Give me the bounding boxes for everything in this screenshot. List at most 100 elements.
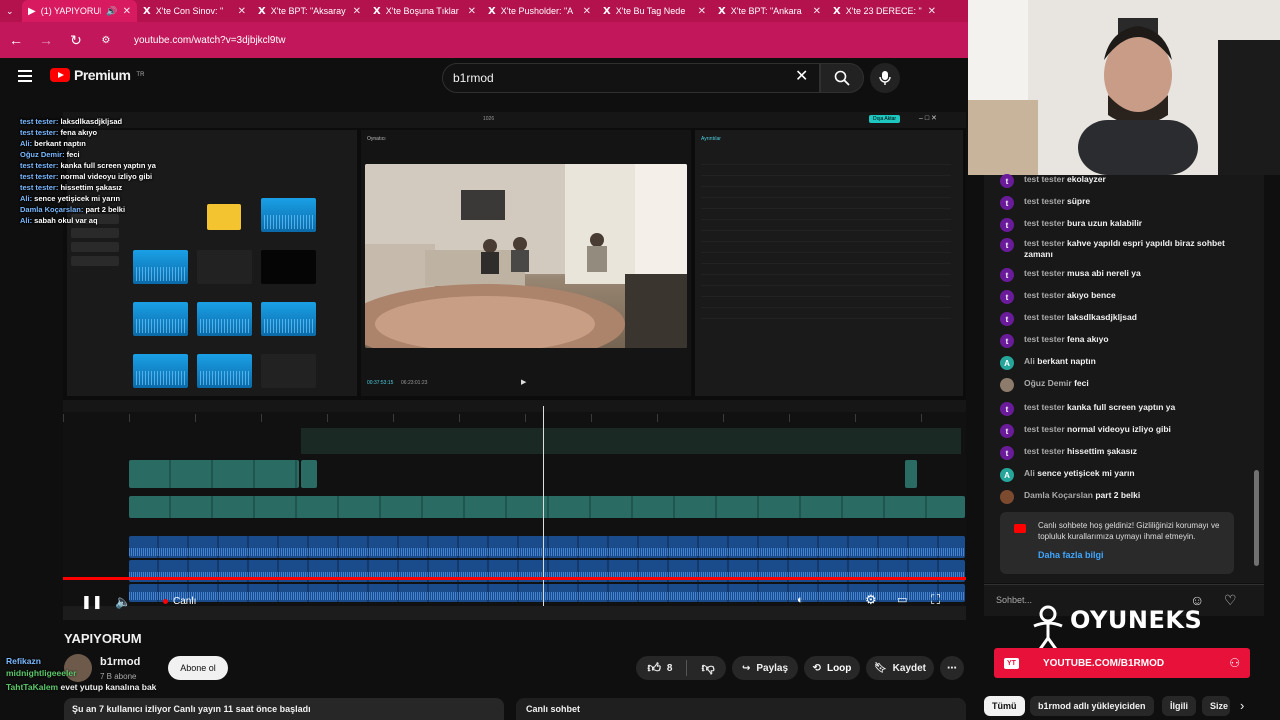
overlay-chat-text: feci xyxy=(66,150,80,159)
thumbs-up-icon: 👍︎ xyxy=(647,660,661,675)
clear-search-icon[interactable]: ✕ xyxy=(795,66,808,86)
video-clip xyxy=(301,460,317,488)
chip-from-uploader[interactable]: b1rmod adlı yükleyiciden xyxy=(1030,696,1154,716)
video-clip xyxy=(129,496,965,518)
chat-message[interactable]: t test tester kahve yapıldı espri yapıldı… xyxy=(1000,238,1232,260)
chat-avatar: t xyxy=(1000,402,1014,416)
reload-icon[interactable]: ↻ xyxy=(68,32,84,49)
x-logo-icon: X xyxy=(603,5,611,17)
browser-tab[interactable]: X X'te 23 DERECE: " ✕ xyxy=(827,0,942,22)
chat-message[interactable]: t test tester süpre xyxy=(1000,196,1232,210)
obs-chat-overlay: Refikazn midnightligeeeler TahtTaKalem e… xyxy=(6,652,206,696)
chat-message[interactable]: t test tester akıyo bence xyxy=(1000,290,1232,304)
browser-tab[interactable]: X X'te BPT: "Ankara ✕ xyxy=(712,0,827,22)
chat-text: laksdlkasdjkljsad xyxy=(1067,312,1137,322)
search-input[interactable]: b1rmod xyxy=(442,63,820,93)
chat-message[interactable]: t test tester kanka full screen yaptın ya xyxy=(1000,402,1232,416)
live-badge[interactable]: Canlı xyxy=(163,596,196,607)
description-box[interactable]: Şu an 7 kullanıcı izliyor Canlı yayın 11… xyxy=(64,698,504,720)
autoplay-toggle-icon[interactable]: ◐ xyxy=(797,594,804,606)
browser-tab[interactable]: X X'te Bu Tag Nede ✕ xyxy=(597,0,712,22)
close-tab-icon[interactable]: ✕ xyxy=(583,6,591,17)
settings-gear-icon[interactable]: ⚙ xyxy=(865,592,877,608)
chat-message[interactable]: t test tester laksdlkasdjkljsad xyxy=(1000,312,1232,326)
learn-more-link[interactable]: Daha fazla bilgi xyxy=(1038,550,1104,560)
chat-message[interactable]: t test tester hissettim şakasız xyxy=(1000,446,1232,460)
video-clip xyxy=(905,460,917,488)
media-thumbnail xyxy=(133,250,188,284)
close-tab-icon[interactable]: ✕ xyxy=(123,6,131,17)
video-progress-bar[interactable] xyxy=(63,577,966,580)
fullscreen-icon[interactable]: ⛶ xyxy=(931,592,940,608)
chat-scrollbar[interactable] xyxy=(1254,470,1259,566)
forward-arrow-icon[interactable]: → xyxy=(38,32,54,48)
speaker-icon[interactable]: 🔊 xyxy=(106,6,117,17)
chat-message[interactable]: A Ali sence yetişicek mi yarın xyxy=(1000,468,1232,482)
search-button[interactable] xyxy=(820,63,864,93)
chat-text: bura uzun kalabilir xyxy=(1067,218,1143,228)
overlay-chat-line: test tester: kanka full screen yaptın ya xyxy=(20,160,200,171)
chat-message[interactable]: A Ali berkant naptın xyxy=(1000,356,1232,370)
save-button[interactable]: 🔖︎ Kaydet xyxy=(866,656,934,680)
youtube-logo[interactable]: Premium TR xyxy=(50,67,144,83)
heart-icon[interactable]: ♡ xyxy=(1224,592,1237,609)
url-field[interactable]: youtube.com/watch?v=3djbjkcl9tw xyxy=(134,35,285,46)
chip-related[interactable]: İlgili xyxy=(1162,696,1196,716)
more-actions-button[interactable]: ⋯ xyxy=(940,656,964,680)
close-tab-icon[interactable]: ✕ xyxy=(468,6,476,17)
browser-tab[interactable]: X X'te Pusholder: "A ✕ xyxy=(482,0,597,22)
chat-message[interactable]: t test tester ekolayzer xyxy=(1000,174,1232,188)
pause-icon[interactable]: ❚❚ xyxy=(81,594,103,610)
chat-input[interactable]: Sohbet... xyxy=(996,595,1032,605)
chat-message[interactable]: t test tester fena akıyo xyxy=(1000,334,1232,348)
browser-tab[interactable]: X X'te Con Sinov: " ✕ xyxy=(137,0,252,22)
like-button[interactable]: 👍︎ 8 xyxy=(647,660,672,676)
browser-tab-active[interactable]: ▶ (1) YAPIYORUM 🔊 ✕ xyxy=(22,0,137,22)
dislike-button[interactable]: 👎︎ xyxy=(701,660,714,676)
site-info-icon[interactable]: ⚙ xyxy=(98,35,114,46)
chip-for-you[interactable]: Size xyxy=(1202,696,1230,716)
loop-button[interactable]: ⟲ Loop xyxy=(804,656,860,680)
tab-list-button[interactable]: ⌄ xyxy=(0,0,22,22)
chat-message-body: Ali berkant naptın xyxy=(1024,356,1096,370)
voice-search-button[interactable] xyxy=(870,63,900,93)
chat-message[interactable]: Oğuz Demir feci xyxy=(1000,378,1232,392)
back-arrow-icon[interactable]: ← xyxy=(8,32,24,48)
chat-message[interactable]: t test tester bura uzun kalabilir xyxy=(1000,218,1232,232)
overlay-chat-text: berkant naptın xyxy=(34,139,86,148)
close-tab-icon[interactable]: ✕ xyxy=(353,6,361,17)
chat-message-body: test tester normal videoyu izliyo gibi xyxy=(1024,424,1171,438)
chevron-right-icon[interactable]: › xyxy=(1240,698,1244,713)
youtube-icon xyxy=(1014,524,1026,533)
browser-tab[interactable]: X X'te BPT: "Aksaray ✕ xyxy=(252,0,367,22)
close-tab-icon[interactable]: ✕ xyxy=(813,6,821,17)
divider xyxy=(686,660,688,676)
youtube-channel-banner: YT YOUTUBE.COM/B1RMOD ⚇ xyxy=(994,648,1250,678)
chat-message[interactable]: t test tester musa abi nereli ya xyxy=(1000,268,1232,282)
close-tab-icon[interactable]: ✕ xyxy=(928,6,936,17)
overlay-chat-user: Ali: xyxy=(20,194,35,203)
close-tab-icon[interactable]: ✕ xyxy=(238,6,246,17)
loop-icon: ⟲ xyxy=(812,662,821,674)
close-tab-icon[interactable]: ✕ xyxy=(698,6,706,17)
chat-message-body: test tester ekolayzer xyxy=(1024,174,1106,188)
oyuneks-brand: OYUNEKS xyxy=(1070,606,1203,634)
capcut-timeline xyxy=(63,400,966,606)
share-button[interactable]: ↪ Paylaş xyxy=(732,656,798,680)
chip-all[interactable]: Tümü xyxy=(984,696,1025,716)
chat-author: Damla Koçarslan xyxy=(1024,490,1093,500)
chat-message[interactable]: t test tester normal videoyu izliyo gibi xyxy=(1000,424,1232,438)
chat-message[interactable]: Damla Koçarslan part 2 belki xyxy=(1000,490,1232,504)
more-horizontal-icon: ⋯ xyxy=(947,662,957,674)
theater-mode-icon[interactable]: ▭ xyxy=(897,593,907,606)
menu-icon[interactable] xyxy=(18,70,32,82)
chat-author: test tester xyxy=(1024,196,1065,206)
browser-tab[interactable]: X X'te Boşuna Tıklar ✕ xyxy=(367,0,482,22)
chat-avatar: t xyxy=(1000,290,1014,304)
chat-author: test tester xyxy=(1024,290,1065,300)
volume-icon[interactable]: 🔈 xyxy=(115,594,131,610)
live-chat-header[interactable]: Canlı sohbet xyxy=(516,698,966,720)
logo-text: Premium xyxy=(74,67,131,83)
overlay-chat-text: normal videoyu izliyo gibi xyxy=(60,172,153,181)
overlay-chat-line: Ali: sabah okul var aq xyxy=(20,215,200,226)
